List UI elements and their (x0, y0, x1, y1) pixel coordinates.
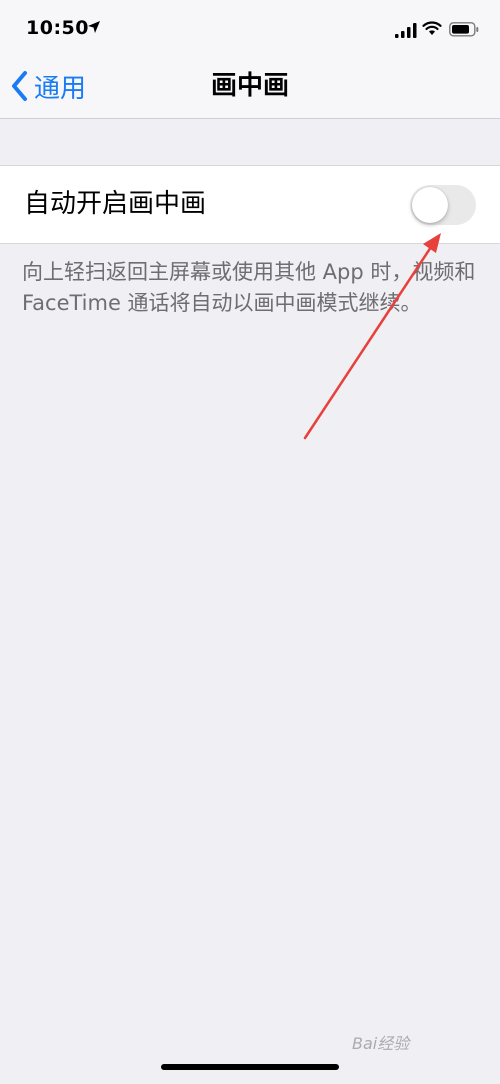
home-indicator[interactable] (161, 1064, 339, 1070)
watermark: Bai经验 (352, 1034, 410, 1053)
annotation-arrow (303, 233, 441, 440)
